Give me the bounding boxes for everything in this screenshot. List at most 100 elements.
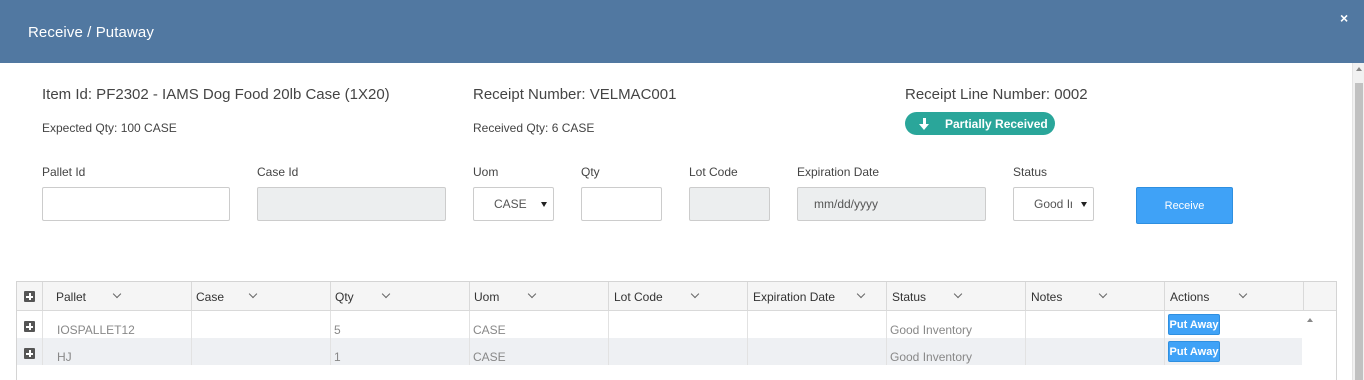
cell-text: Good Inventory bbox=[890, 323, 973, 337]
cell-notes bbox=[1026, 338, 1165, 365]
grid-scrollbar[interactable] bbox=[1302, 311, 1336, 380]
expiration-date-input[interactable]: mm/dd/yyyy bbox=[797, 187, 986, 221]
cell-uom: CASE bbox=[470, 338, 609, 365]
column-header-expiration-date[interactable]: Expiration Date bbox=[748, 282, 887, 311]
close-icon[interactable]: × bbox=[1340, 11, 1348, 25]
column-label: Lot Code bbox=[614, 290, 663, 304]
chevron-down-icon[interactable] bbox=[527, 289, 537, 299]
cell-actions: Put Away bbox=[1165, 311, 1302, 338]
column-label: Notes bbox=[1031, 290, 1063, 304]
chevron-down-icon[interactable] bbox=[248, 289, 258, 299]
receipt-number: Receipt Number: VELMAC001 bbox=[473, 86, 677, 103]
cell-qty: 5 bbox=[331, 311, 470, 338]
cell-text: CASE bbox=[473, 323, 506, 337]
chevron-down-icon bbox=[1081, 202, 1087, 207]
cell-status: Good Inventory bbox=[887, 311, 1026, 338]
receipt-line-number: Receipt Line Number: 0002 bbox=[905, 86, 1088, 103]
cell-status: Good Inventory bbox=[887, 338, 1026, 365]
uom-value: CASE bbox=[494, 197, 527, 211]
row-expand-cell bbox=[17, 311, 43, 338]
chevron-down-icon[interactable] bbox=[1238, 289, 1248, 299]
expected-qty: Expected Qty: 100 CASE bbox=[42, 121, 177, 135]
column-header-pallet[interactable]: Pallet bbox=[43, 282, 192, 311]
column-header-notes[interactable]: Notes bbox=[1026, 282, 1165, 311]
column-header-lot-code[interactable]: Lot Code bbox=[609, 282, 748, 311]
column-header-status[interactable]: Status bbox=[887, 282, 1026, 311]
status-select[interactable]: Good Inventory bbox=[1013, 187, 1094, 221]
column-label: Qty bbox=[335, 290, 354, 304]
plus-square-icon[interactable] bbox=[24, 291, 35, 302]
grid-header: Pallet Case Qty Uom Lot Code Expiration … bbox=[17, 282, 1336, 311]
row-expand-cell bbox=[17, 338, 43, 365]
cell-text: Good Inventory bbox=[890, 350, 973, 364]
item-id-label: Item Id: PF2302 - IAMS Dog Food 20lb Cas… bbox=[42, 86, 390, 103]
cell-pallet: HJ bbox=[43, 338, 192, 365]
case-id-input[interactable] bbox=[257, 187, 446, 221]
cell-text: IOSPALLET12 bbox=[57, 323, 135, 337]
put-away-button[interactable]: Put Away bbox=[1168, 341, 1220, 362]
receive-button[interactable]: Receive bbox=[1136, 187, 1233, 224]
case-id-label: Case Id bbox=[257, 165, 299, 179]
column-label: Case bbox=[196, 290, 225, 304]
expiration-date-label: Expiration Date bbox=[797, 165, 880, 179]
column-header-case[interactable]: Case bbox=[192, 282, 331, 311]
uom-label: Uom bbox=[473, 165, 499, 179]
lot-code-label: Lot Code bbox=[689, 165, 738, 179]
expiration-date-placeholder: mm/dd/yyyy bbox=[814, 197, 879, 211]
scroll-up-icon[interactable] bbox=[1356, 67, 1362, 71]
scrollbar-thumb[interactable] bbox=[1355, 83, 1363, 380]
modal-scrollbar[interactable] bbox=[1352, 63, 1364, 380]
cell-case bbox=[192, 311, 331, 338]
table-row: HJ 1 CASE Good Inventory Put Away bbox=[17, 338, 1302, 365]
status-value: Good Inventory bbox=[1034, 197, 1072, 211]
cell-actions: Put Away bbox=[1165, 338, 1302, 365]
cell-text: HJ bbox=[57, 350, 72, 364]
putaway-grid: Pallet Case Qty Uom Lot Code Expiration … bbox=[16, 281, 1337, 380]
status-badge: Partially Received bbox=[905, 112, 1055, 135]
cell-case bbox=[192, 338, 331, 365]
uom-select[interactable]: CASE bbox=[473, 187, 554, 221]
cell-lot-code bbox=[609, 311, 748, 338]
chevron-down-icon bbox=[541, 202, 547, 207]
column-label: Status bbox=[892, 290, 927, 304]
chevron-down-icon[interactable] bbox=[953, 289, 963, 299]
cell-notes bbox=[1026, 311, 1165, 338]
plus-square-icon[interactable] bbox=[24, 348, 35, 359]
scroll-up-icon[interactable] bbox=[1307, 318, 1313, 322]
column-header-actions[interactable]: Actions bbox=[1165, 282, 1304, 311]
cell-text: 1 bbox=[334, 350, 341, 364]
plus-square-icon[interactable] bbox=[24, 321, 35, 332]
table-row: IOSPALLET12 5 CASE Good Inventory Put Aw… bbox=[17, 311, 1302, 338]
chevron-down-icon[interactable] bbox=[690, 289, 700, 299]
chevron-down-icon[interactable] bbox=[1098, 289, 1108, 299]
qty-label: Qty bbox=[581, 165, 600, 179]
modal-header: Receive / Putaway × bbox=[0, 0, 1364, 63]
column-label: Uom bbox=[474, 290, 500, 304]
column-label: Actions bbox=[1170, 290, 1210, 304]
cell-lot-code bbox=[609, 338, 748, 365]
lot-code-input[interactable] bbox=[689, 187, 770, 221]
column-header-uom[interactable]: Uom bbox=[470, 282, 609, 311]
chevron-down-icon[interactable] bbox=[856, 289, 866, 299]
cell-text: 5 bbox=[334, 323, 341, 337]
cell-pallet: IOSPALLET12 bbox=[43, 311, 192, 338]
grid-body: IOSPALLET12 5 CASE Good Inventory Put Aw… bbox=[17, 311, 1336, 380]
cell-text: CASE bbox=[473, 350, 506, 364]
arrow-down-icon bbox=[919, 117, 931, 131]
cell-expiration-date bbox=[748, 311, 887, 338]
pallet-id-input[interactable] bbox=[42, 187, 230, 221]
column-header-qty[interactable]: Qty bbox=[331, 282, 470, 311]
qty-input[interactable] bbox=[581, 187, 662, 221]
received-qty: Received Qty: 6 CASE bbox=[473, 121, 595, 135]
cell-qty: 1 bbox=[331, 338, 470, 365]
status-label: Status bbox=[1013, 165, 1048, 179]
put-away-button[interactable]: Put Away bbox=[1168, 314, 1220, 335]
modal-title: Receive / Putaway bbox=[28, 24, 154, 41]
status-badge-label: Partially Received bbox=[945, 116, 1048, 131]
chevron-down-icon[interactable] bbox=[381, 289, 391, 299]
expand-all-column bbox=[17, 282, 43, 311]
cell-expiration-date bbox=[748, 338, 887, 365]
column-label: Expiration Date bbox=[753, 290, 836, 304]
chevron-down-icon[interactable] bbox=[112, 289, 122, 299]
column-label: Pallet bbox=[56, 290, 87, 304]
